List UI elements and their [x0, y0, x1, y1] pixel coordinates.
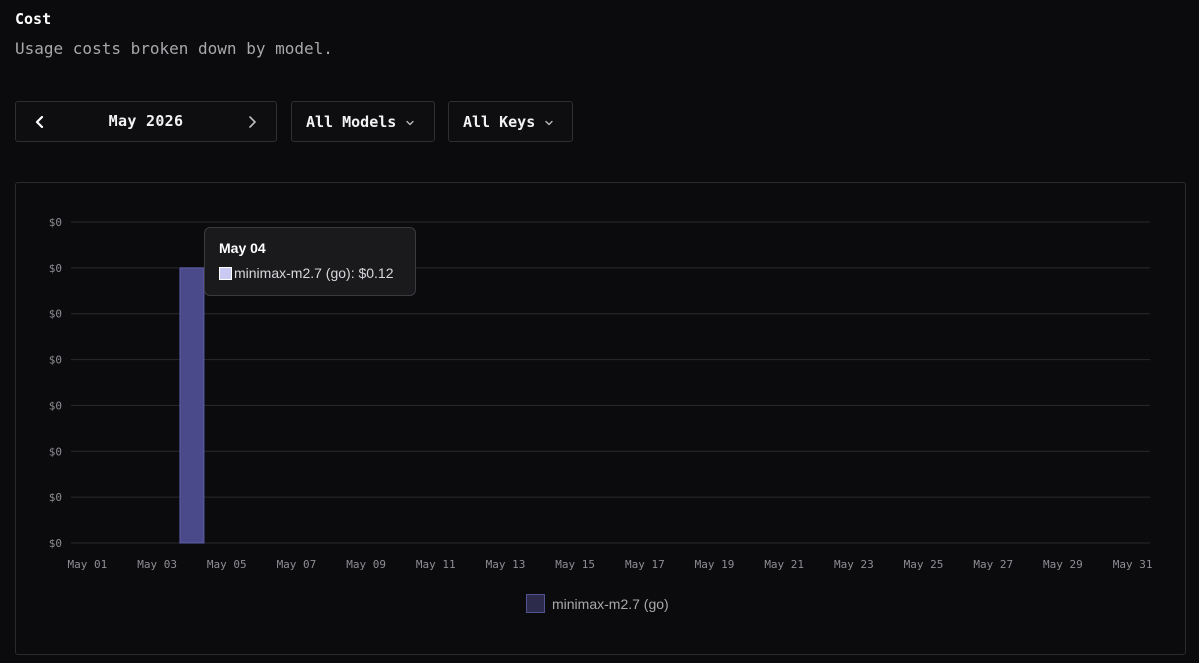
- x-tick-label: May 11: [416, 558, 456, 571]
- x-tick-label: May 15: [555, 558, 595, 571]
- y-tick-label: $0: [49, 445, 62, 458]
- x-tick-label: May 29: [1043, 558, 1083, 571]
- y-tick-label: $0: [49, 216, 62, 229]
- cost-chart: $0 $0 $0 $0 $0 $0 $0 $0 May 01 May 03 May 05 May 07…: [49, 216, 1153, 571]
- tooltip-row: minimax-m2.7 (go): $0.12: [219, 265, 394, 281]
- y-tick-label: $0: [49, 354, 62, 367]
- tooltip-swatch: [219, 266, 232, 280]
- bar: [179, 267, 205, 544]
- x-tick-label: May 19: [695, 558, 735, 571]
- x-tick-label: May 25: [904, 558, 944, 571]
- x-tick-label: May 21: [764, 558, 804, 571]
- chart-tooltip: May 04 minimax-m2.7 (go): $0.12: [204, 227, 416, 296]
- legend-swatch: [526, 594, 545, 613]
- x-tick-label: May 07: [277, 558, 317, 571]
- x-tick-label: May 01: [68, 558, 108, 571]
- x-tick-label: May 13: [486, 558, 526, 571]
- x-tick-label: May 23: [834, 558, 874, 571]
- y-tick-label: $0: [49, 262, 62, 275]
- tooltip-value: minimax-m2.7 (go): $0.12: [234, 265, 394, 281]
- tooltip-date: May 04: [219, 240, 266, 256]
- x-tick-label: May 05: [207, 558, 247, 571]
- x-tick-label: May 09: [346, 558, 386, 571]
- x-tick-label: May 31: [1113, 558, 1153, 571]
- chart-legend[interactable]: minimax-m2.7 (go): [526, 594, 669, 613]
- x-tick-label: May 17: [625, 558, 665, 571]
- y-tick-label: $0: [49, 308, 62, 321]
- y-tick-label: $0: [49, 491, 62, 504]
- y-tick-label: $0: [49, 537, 62, 550]
- x-tick-label: May 27: [973, 558, 1013, 571]
- legend-label: minimax-m2.7 (go): [552, 595, 669, 612]
- y-tick-label: $0: [49, 399, 62, 412]
- x-tick-label: May 03: [137, 558, 177, 571]
